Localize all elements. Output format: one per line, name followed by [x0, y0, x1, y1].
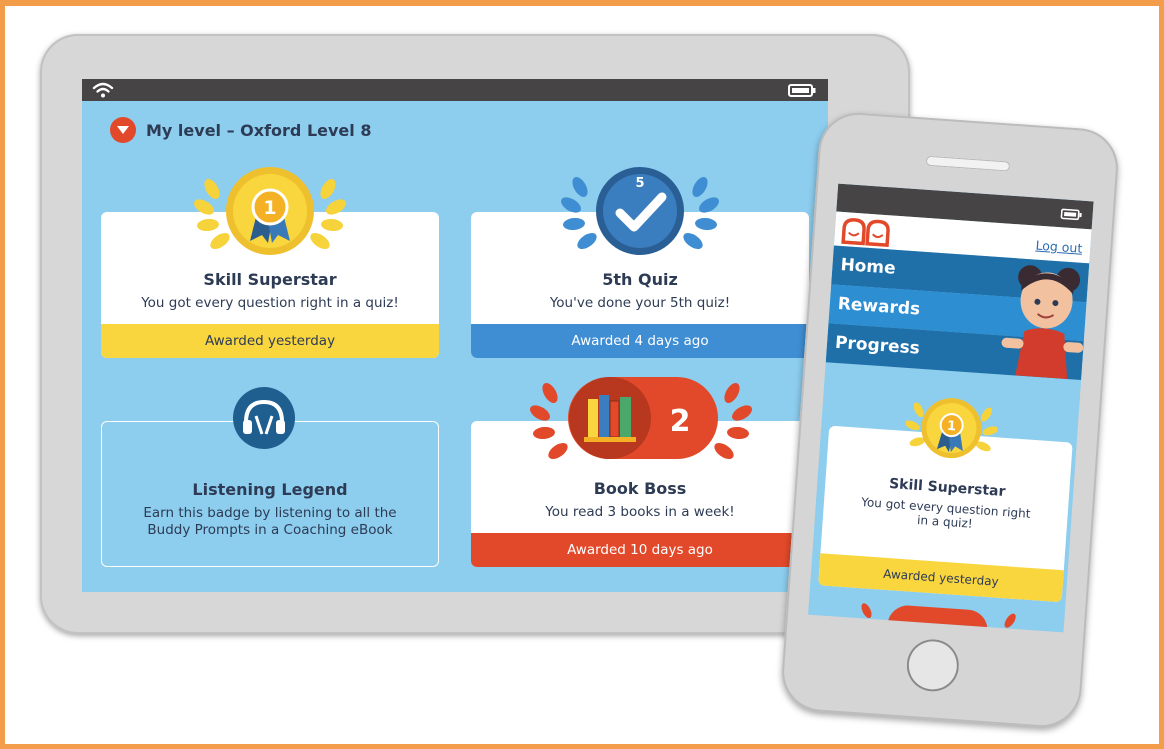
battery-icon [1060, 208, 1082, 221]
svg-text:1: 1 [263, 197, 276, 219]
level-selector[interactable]: My level – Oxford Level 8 [110, 117, 371, 143]
card-footer: Awarded yesterday [101, 324, 439, 358]
svg-text:2: 2 [670, 404, 691, 439]
books-icon [861, 603, 1016, 633]
character-illustration [1001, 265, 1084, 380]
logout-link[interactable]: Log out [1035, 238, 1083, 256]
card-description: You got every question right in a quiz! [141, 295, 399, 311]
tablet-screen: My level – Oxford Level 8 Skill Supersta… [82, 79, 828, 592]
logo-icon[interactable] [840, 216, 894, 248]
headphones-icon [233, 387, 295, 449]
card-title: 5th Quiz [602, 270, 678, 289]
wifi-icon [92, 82, 114, 98]
phone-device: Log out Home Rewards Progress Skill Supe… [779, 110, 1121, 730]
card-description: Earn this badge by listening to all the … [143, 505, 397, 538]
card-footer: Awarded 10 days ago [471, 533, 809, 567]
card-description: You've done your 5th quiz! [549, 295, 731, 311]
home-button[interactable] [905, 637, 961, 694]
phone-screen: Log out Home Rewards Progress Skill Supe… [808, 183, 1094, 633]
card-title: Skill Superstar [203, 270, 337, 289]
card-title: Listening Legend [192, 480, 348, 499]
checkmark-badge-icon: 5 [561, 167, 719, 255]
battery-icon [788, 84, 816, 97]
svg-text:1: 1 [947, 419, 957, 435]
card-title: Book Boss [593, 479, 687, 498]
svg-text:5: 5 [635, 176, 644, 191]
gold-medal-icon: 1 [194, 167, 346, 255]
chevron-down-icon[interactable] [110, 117, 136, 143]
status-bar [82, 79, 828, 101]
card-footer: Awarded 4 days ago [471, 324, 809, 358]
gold-medal-icon: 1 [905, 398, 999, 459]
books-icon: 2 [530, 377, 752, 459]
phone-speaker [925, 155, 1011, 172]
level-title: My level – Oxford Level 8 [146, 120, 372, 140]
card-description: You read 3 books in a week! [545, 504, 735, 520]
